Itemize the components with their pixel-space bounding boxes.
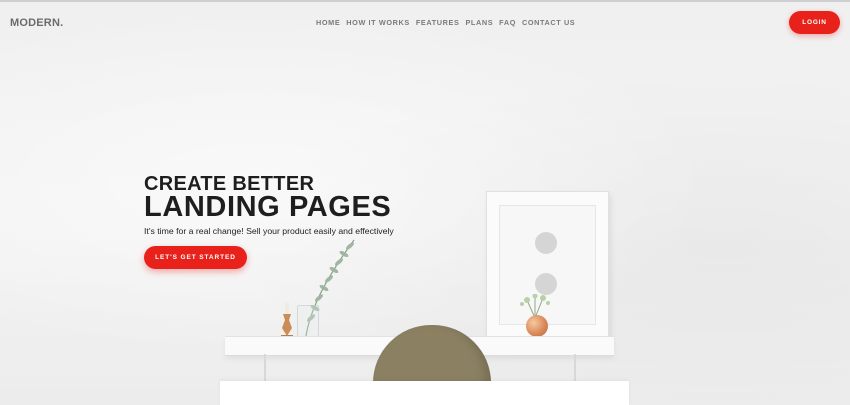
main-nav: HOME HOW IT WORKS FEATURES PLANS FAQ CON…: [316, 18, 581, 27]
content-card-top: [220, 381, 629, 405]
nav-link-plans[interactable]: PLANS: [465, 18, 493, 27]
desk-leg: [264, 354, 266, 381]
candle-holder-illustration: [281, 302, 293, 338]
nav-link-faq[interactable]: FAQ: [499, 18, 516, 27]
nav-link-features[interactable]: FEATURES: [416, 18, 460, 27]
hero-subtitle: It's time for a real change! Sell your p…: [144, 226, 394, 236]
nav-link-contact-us[interactable]: CONTACT US: [522, 18, 575, 27]
landing-page: MODERN. HOME HOW IT WORKS FEATURES PLANS…: [0, 0, 850, 405]
artwork-circle: [535, 232, 557, 254]
glass-vase: [297, 305, 319, 338]
login-button[interactable]: LOGIN: [789, 11, 840, 34]
nav-link-how-it-works[interactable]: HOW IT WORKS: [346, 18, 410, 27]
desk-leg: [574, 354, 576, 381]
nav-link-home[interactable]: HOME: [316, 18, 340, 27]
copper-vase: [526, 315, 548, 337]
hero-title-line2: LANDING PAGES: [144, 191, 392, 223]
get-started-button[interactable]: LET'S GET STARTED: [144, 246, 247, 269]
artwork-circle: [535, 273, 557, 295]
top-border: [0, 0, 850, 2]
logo[interactable]: MODERN.: [10, 17, 63, 29]
